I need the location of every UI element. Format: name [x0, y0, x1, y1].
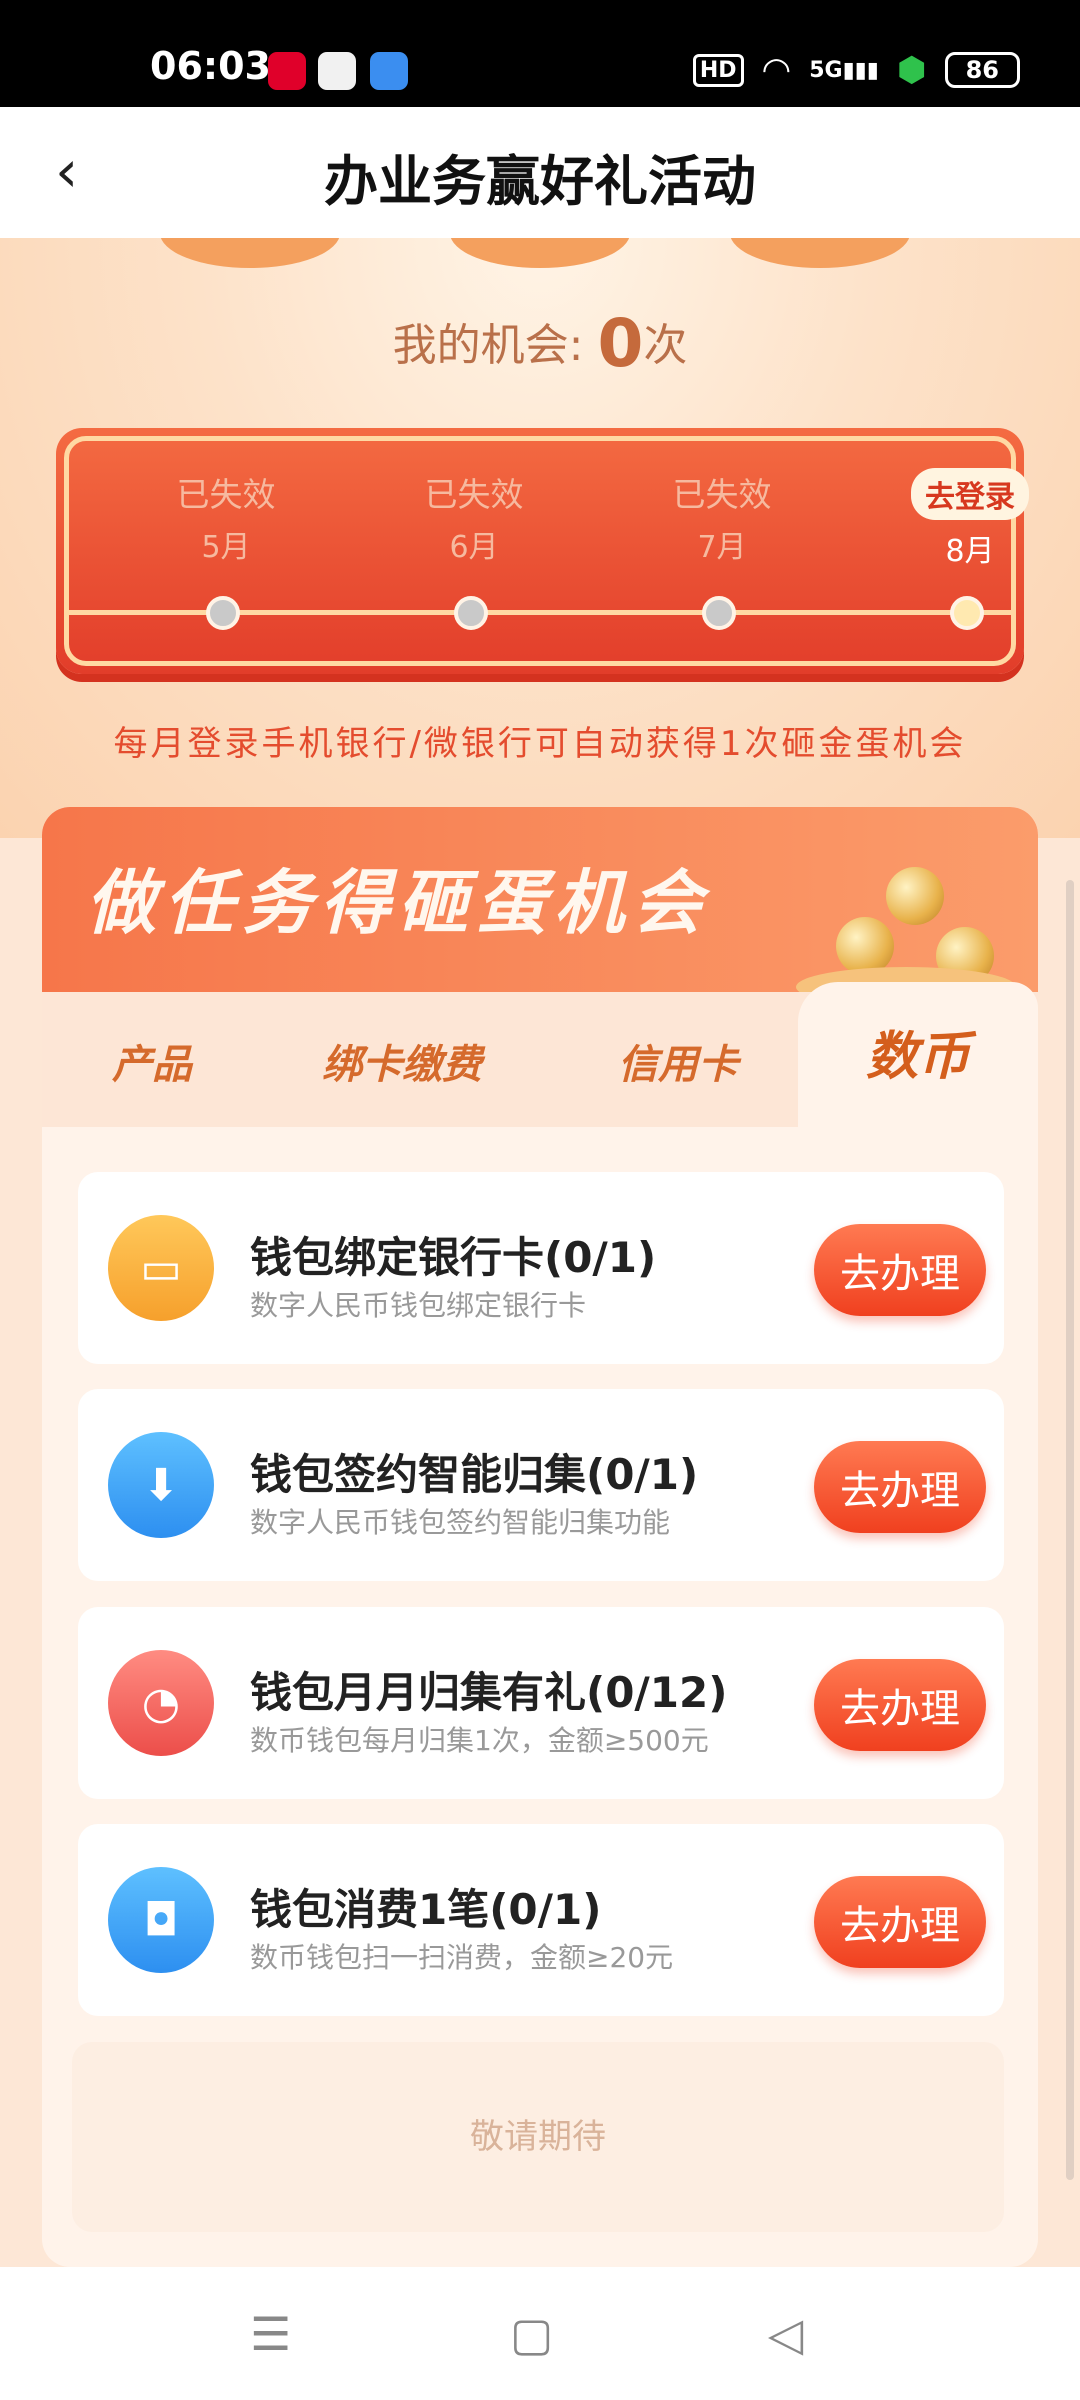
chance-label: 我的机会:	[392, 320, 584, 371]
coming-soon: 敬请期待	[72, 2042, 1004, 2232]
do-task-button[interactable]: 去办理	[814, 1876, 986, 1968]
timeline-status: 已失效	[672, 475, 772, 514]
calendar-return-icon: ◔	[108, 1650, 214, 1756]
system-nav-bar: ☰ ▢ ◁	[0, 2267, 1080, 2400]
tab-products[interactable]: 产品	[112, 1032, 192, 1090]
box-download-icon: ⬇	[108, 1432, 214, 1538]
weather-app-icon	[370, 52, 408, 90]
page-title: 办业务赢好礼活动	[324, 150, 756, 213]
do-task-button[interactable]: 去办理	[814, 1224, 986, 1316]
scrollbar[interactable]	[1066, 880, 1074, 2180]
do-task-button[interactable]: 去办理	[814, 1441, 986, 1533]
status-icons: HD ◠ 5G▮▮▮ ⬢ 86	[692, 50, 1020, 90]
timeline-month: 6月	[449, 530, 499, 565]
decor-stage	[450, 238, 630, 268]
login-hint: 每月登录手机银行/微银行可自动获得1次砸金蛋机会	[113, 724, 967, 764]
timeline-item-june: 已失效 6月	[394, 468, 554, 566]
timeline-dot	[206, 596, 240, 630]
wifi-icon: ◠	[761, 50, 792, 90]
status-bar: 06:03 HD ◠ 5G▮▮▮ ⬢ 86	[0, 0, 1080, 107]
task-subtitle: 数币钱包扫一扫消费，金额≥20元	[250, 1941, 674, 1974]
tab-card-payment[interactable]: 绑卡缴费	[322, 1032, 482, 1090]
chance-count: 0	[597, 305, 644, 382]
shield-icon: ⬢	[896, 50, 927, 90]
hd-icon: HD	[692, 53, 744, 87]
timeline-item-july: 已失效 7月	[642, 468, 802, 566]
timeline-item-may: 已失效 5月	[146, 468, 306, 566]
timeline-month: 8月	[945, 534, 995, 569]
monthly-login-timeline: 已失效 5月 已失效 6月 已失效 7月 去登录 8月	[56, 428, 1029, 674]
timeline-dot	[454, 596, 488, 630]
bank-app-icon	[268, 52, 306, 90]
task-card: ◔ 钱包月月归集有礼(0/12) 数币钱包每月归集1次，金额≥500元 去办理	[78, 1607, 1004, 1799]
task-title: 钱包签约智能归集(0/1)	[250, 1450, 699, 1499]
timeline-dot-active	[950, 596, 984, 630]
task-title: 钱包消费1笔(0/1)	[250, 1885, 602, 1934]
card-link-icon: ▭	[108, 1215, 214, 1321]
task-subtitle: 数字人民币钱包签约智能归集功能	[250, 1506, 671, 1539]
task-tabs: 产品 绑卡缴费 信用卡 数币	[42, 982, 1038, 1127]
tab-digital-currency[interactable]: 数币	[798, 982, 1038, 1127]
timeline-month: 5月	[201, 530, 251, 565]
decor-stage	[160, 238, 340, 268]
back-triangle-icon[interactable]: ◁	[768, 2307, 803, 2361]
nav-bar: ‹ 办业务赢好礼活动	[0, 107, 1080, 238]
task-title: 钱包绑定银行卡(0/1)	[250, 1233, 657, 1282]
battery-icon: 86	[944, 52, 1020, 88]
task-panel: 做任务得砸蛋机会 产品 绑卡缴费 信用卡 数币 ▭ 钱包绑定银行卡(0/1) 数…	[42, 807, 1038, 2267]
status-time: 06:03	[150, 44, 271, 88]
timeline-item-august: 去登录 8月	[890, 468, 1050, 570]
shopping-bag-icon: ◘	[108, 1867, 214, 1973]
task-card: ▭ 钱包绑定银行卡(0/1) 数字人民币钱包绑定银行卡 去办理	[78, 1172, 1004, 1364]
my-chances: 我的机会: 0次	[0, 305, 1080, 382]
menu-icon[interactable]: ☰	[250, 2307, 291, 2361]
task-subtitle: 数字人民币钱包绑定银行卡	[250, 1289, 587, 1322]
bank-app-icon-2	[318, 52, 356, 90]
do-task-button[interactable]: 去办理	[814, 1659, 986, 1751]
timeline-dot	[702, 596, 736, 630]
tab-credit-card[interactable]: 信用卡	[618, 1032, 738, 1090]
task-subtitle: 数币钱包每月归集1次，金额≥500元	[250, 1724, 709, 1757]
task-panel-title: 做任务得砸蛋机会	[86, 862, 710, 944]
timeline-status: 已失效	[424, 475, 524, 514]
chance-unit: 次	[643, 320, 688, 371]
task-panel-header: 做任务得砸蛋机会	[42, 807, 1038, 1007]
task-card: ⬇ 钱包签约智能归集(0/1) 数字人民币钱包签约智能归集功能 去办理	[78, 1389, 1004, 1581]
timeline-month: 7月	[697, 530, 747, 565]
timeline-status: 已失效	[176, 475, 276, 514]
decor-stage	[730, 238, 910, 268]
task-title: 钱包月月归集有礼(0/12)	[250, 1668, 728, 1717]
go-login-button[interactable]: 去登录	[911, 468, 1029, 520]
task-card: ◘ 钱包消费1笔(0/1) 数币钱包扫一扫消费，金额≥20元 去办理	[78, 1824, 1004, 2016]
signal-icon: 5G▮▮▮	[809, 57, 879, 83]
home-icon[interactable]: ▢	[510, 2307, 553, 2361]
